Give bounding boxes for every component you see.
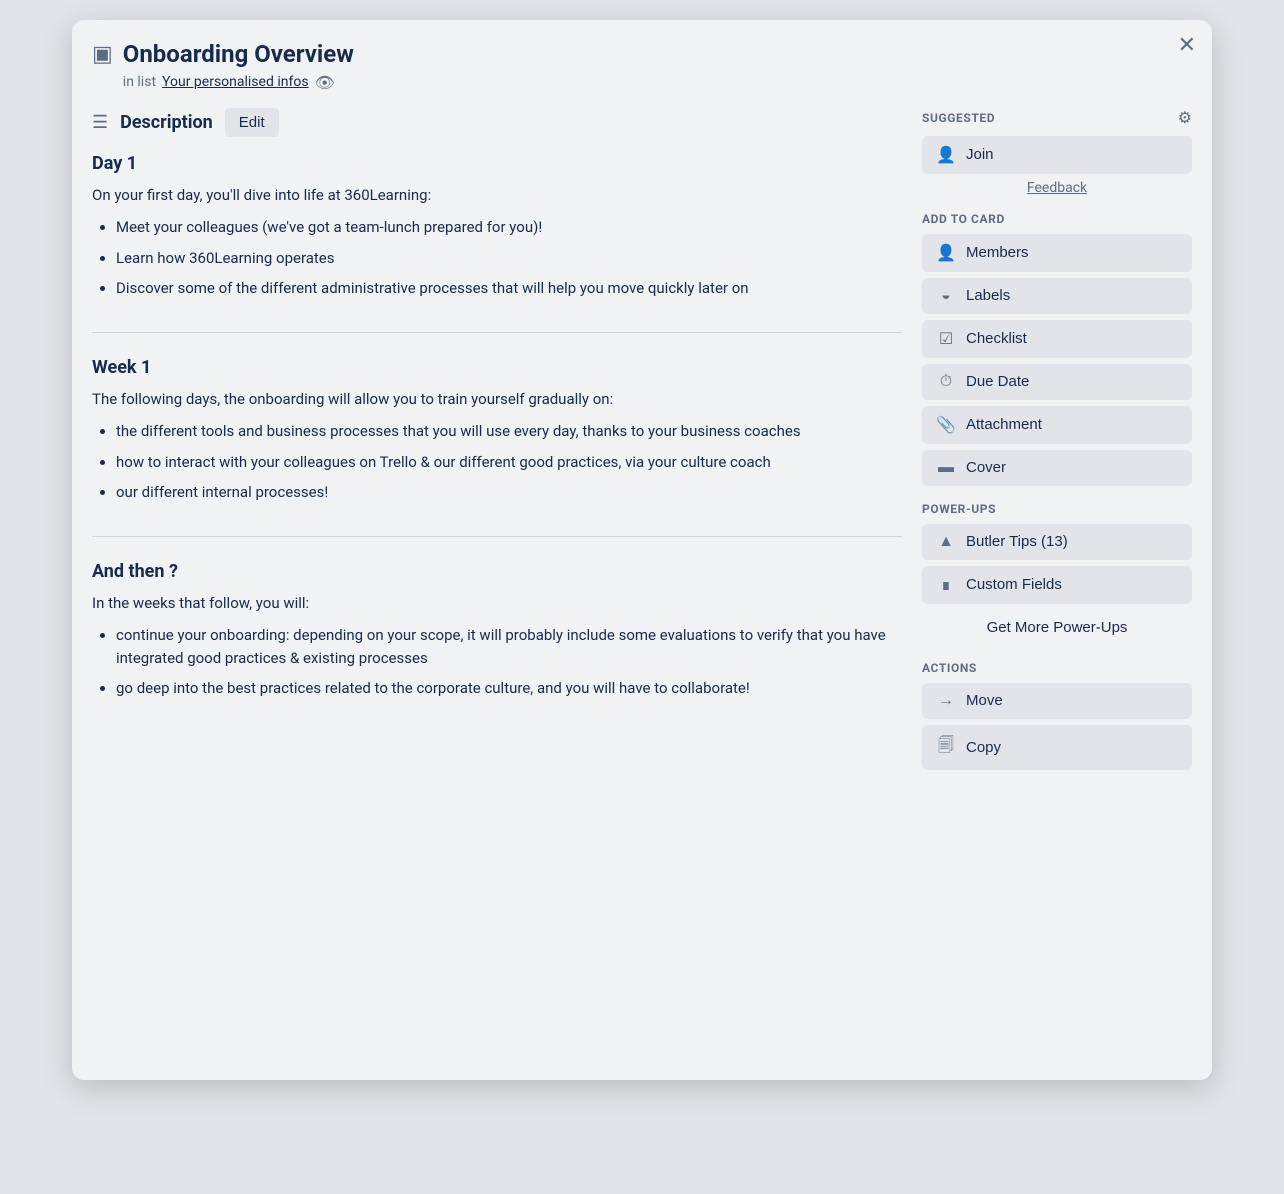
card-modal: ✕ ▣ Onboarding Overview in list Your per… — [72, 20, 1212, 1080]
section-week1-list: the different tools and business process… — [92, 420, 902, 504]
edit-button[interactable]: Edit — [225, 108, 279, 137]
join-button[interactable]: 👤 Join — [922, 136, 1192, 174]
section-week1: Week 1 The following days, the onboardin… — [92, 357, 902, 537]
butler-tips-button[interactable]: ▲ Butler Tips (13) — [922, 524, 1192, 560]
list-item: go deep into the best practices related … — [116, 677, 902, 700]
checklist-button[interactable]: ☑ Checklist — [922, 320, 1192, 358]
butler-icon: ▲ — [936, 533, 956, 551]
clock-icon: ⏱ — [936, 373, 956, 391]
move-button[interactable]: → Move — [922, 683, 1192, 719]
checklist-icon: ☑ — [936, 329, 956, 349]
card-icon: ▣ — [92, 42, 113, 67]
list-item: Meet your colleagues (we've got a team-l… — [116, 216, 902, 239]
copy-icon: 🗐 — [936, 734, 956, 761]
section-andthen: And then ? In the weeks that follow, you… — [92, 561, 902, 732]
move-icon: → — [936, 692, 956, 710]
members-button[interactable]: 👤 Members — [922, 234, 1192, 272]
add-to-card-label: ADD TO CARD — [922, 212, 1192, 226]
subtitle-prefix: in list — [123, 74, 156, 90]
members-icon: 👤 — [936, 243, 956, 263]
attachment-button[interactable]: 📎 Attachment — [922, 406, 1192, 444]
actions-label: ACTIONS — [922, 661, 1192, 675]
label-icon: ◒ — [936, 287, 956, 305]
modal-subtitle: in list Your personalised infos 👁 — [123, 73, 354, 92]
page-title: Onboarding Overview — [123, 40, 354, 69]
feedback-link[interactable]: Feedback — [922, 180, 1192, 196]
gear-button[interactable]: ⚙ — [1178, 108, 1192, 128]
description-label: Description — [120, 112, 213, 133]
list-item: Learn how 360Learning operates — [116, 247, 902, 270]
section-day1: Day 1 On your first day, you'll dive int… — [92, 153, 902, 333]
modal-title-block: Onboarding Overview in list Your persona… — [123, 40, 354, 92]
attachment-icon: 📎 — [936, 415, 956, 435]
main-content: ☰ Description Edit Day 1 On your first d… — [92, 108, 902, 1060]
list-item: continue your onboarding: depending on y… — [116, 624, 902, 669]
list-link[interactable]: Your personalised infos — [162, 74, 309, 90]
power-ups-label: POWER-UPS — [922, 502, 1192, 516]
custom-fields-icon: ∎ — [936, 575, 956, 595]
description-header: ☰ Description Edit — [92, 108, 902, 137]
description-icon: ☰ — [92, 112, 108, 133]
list-item: our different internal processes! — [116, 481, 902, 504]
section-day1-title: Day 1 — [92, 153, 902, 174]
list-item: Discover some of the different administr… — [116, 277, 902, 300]
section-week1-intro: The following days, the onboarding will … — [92, 388, 902, 411]
get-more-power-ups-button[interactable]: Get More Power-Ups — [922, 610, 1192, 645]
cover-icon: ▬ — [936, 459, 956, 477]
section-andthen-list: continue your onboarding: depending on y… — [92, 624, 902, 700]
section-andthen-title: And then ? — [92, 561, 902, 582]
section-week1-title: Week 1 — [92, 357, 902, 378]
close-button[interactable]: ✕ — [1178, 34, 1196, 56]
eye-icon: 👁 — [315, 73, 335, 92]
due-date-button[interactable]: ⏱ Due Date — [922, 364, 1192, 400]
cover-button[interactable]: ▬ Cover — [922, 450, 1192, 486]
suggested-label: SUGGESTED ⚙ — [922, 108, 1192, 128]
section-day1-list: Meet your colleagues (we've got a team-l… — [92, 216, 902, 300]
copy-button[interactable]: 🗐 Copy — [922, 725, 1192, 770]
list-item: how to interact with your colleagues on … — [116, 451, 902, 474]
list-item: the different tools and business process… — [116, 420, 902, 443]
sidebar: SUGGESTED ⚙ 👤 Join Feedback ADD TO CARD … — [922, 108, 1192, 1060]
section-day1-intro: On your first day, you'll dive into life… — [92, 184, 902, 207]
labels-button[interactable]: ◒ Labels — [922, 278, 1192, 314]
modal-body: ☰ Description Edit Day 1 On your first d… — [92, 108, 1192, 1060]
custom-fields-button[interactable]: ∎ Custom Fields — [922, 566, 1192, 604]
section-andthen-intro: In the weeks that follow, you will: — [92, 592, 902, 615]
user-icon: 👤 — [936, 145, 956, 165]
modal-header: ▣ Onboarding Overview in list Your perso… — [92, 40, 1192, 92]
